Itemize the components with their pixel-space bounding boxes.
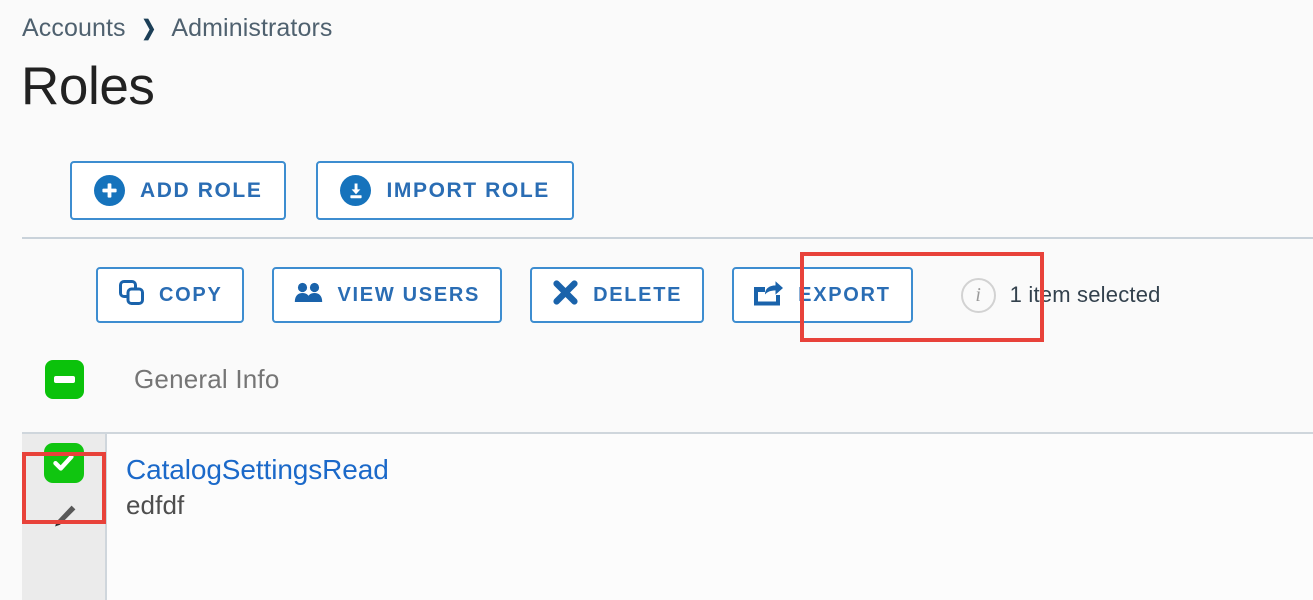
general-info-section-header: General Info [45,360,280,399]
breadcrumb-item-accounts[interactable]: Accounts [22,14,126,43]
row-checkbox-cell [22,434,105,491]
add-role-button[interactable]: Add Role [70,161,287,220]
pencil-icon[interactable] [48,501,80,538]
add-role-label: Add Role [140,178,263,202]
view-users-label: View Users [337,283,481,306]
info-icon[interactable]: i [960,277,996,313]
checkbox-checked-icon[interactable] [43,442,84,483]
import-role-button[interactable]: Import Role [316,161,574,220]
selection-toolbar: Copy View Users Delete [96,267,1161,323]
breadcrumb: Accounts ❯ Administrators [22,14,333,43]
row-content: CatalogSettingsRead edfdf [107,432,1313,600]
primary-action-row: Add Role Import Role [70,161,574,220]
view-users-button[interactable]: View Users [272,267,503,323]
import-circle-icon [340,175,372,206]
delete-label: Delete [593,283,683,306]
export-button[interactable]: Export [732,267,913,323]
copy-icon [118,279,145,311]
collapse-minus-icon[interactable] [45,360,84,399]
copy-label: Copy [159,283,223,306]
export-label: Export [798,283,891,306]
page-title: Roles [21,57,155,116]
breadcrumb-item-administrators[interactable]: Administrators [171,14,332,43]
export-icon [754,280,784,311]
general-info-label: General Info [134,364,280,394]
chevron-right-icon: ❯ [140,17,157,40]
delete-button[interactable]: Delete [530,267,705,323]
selection-status: i 1 item selected [960,277,1161,313]
roles-grid: CatalogSettingsRead edfdf [22,432,1313,600]
role-description: edfdf [126,490,185,520]
copy-button[interactable]: Copy [96,267,245,323]
import-role-label: Import Role [386,178,550,202]
close-x-icon [552,279,579,311]
row-edit-cell [22,491,105,548]
selection-status-text: 1 item selected [1009,282,1161,307]
users-icon [294,281,323,309]
plus-circle-icon [94,175,125,206]
role-name-link[interactable]: CatalogSettingsRead [126,454,389,486]
toolbar-divider [22,237,1313,239]
row-gutter [22,432,107,600]
minus-bar [54,376,75,383]
